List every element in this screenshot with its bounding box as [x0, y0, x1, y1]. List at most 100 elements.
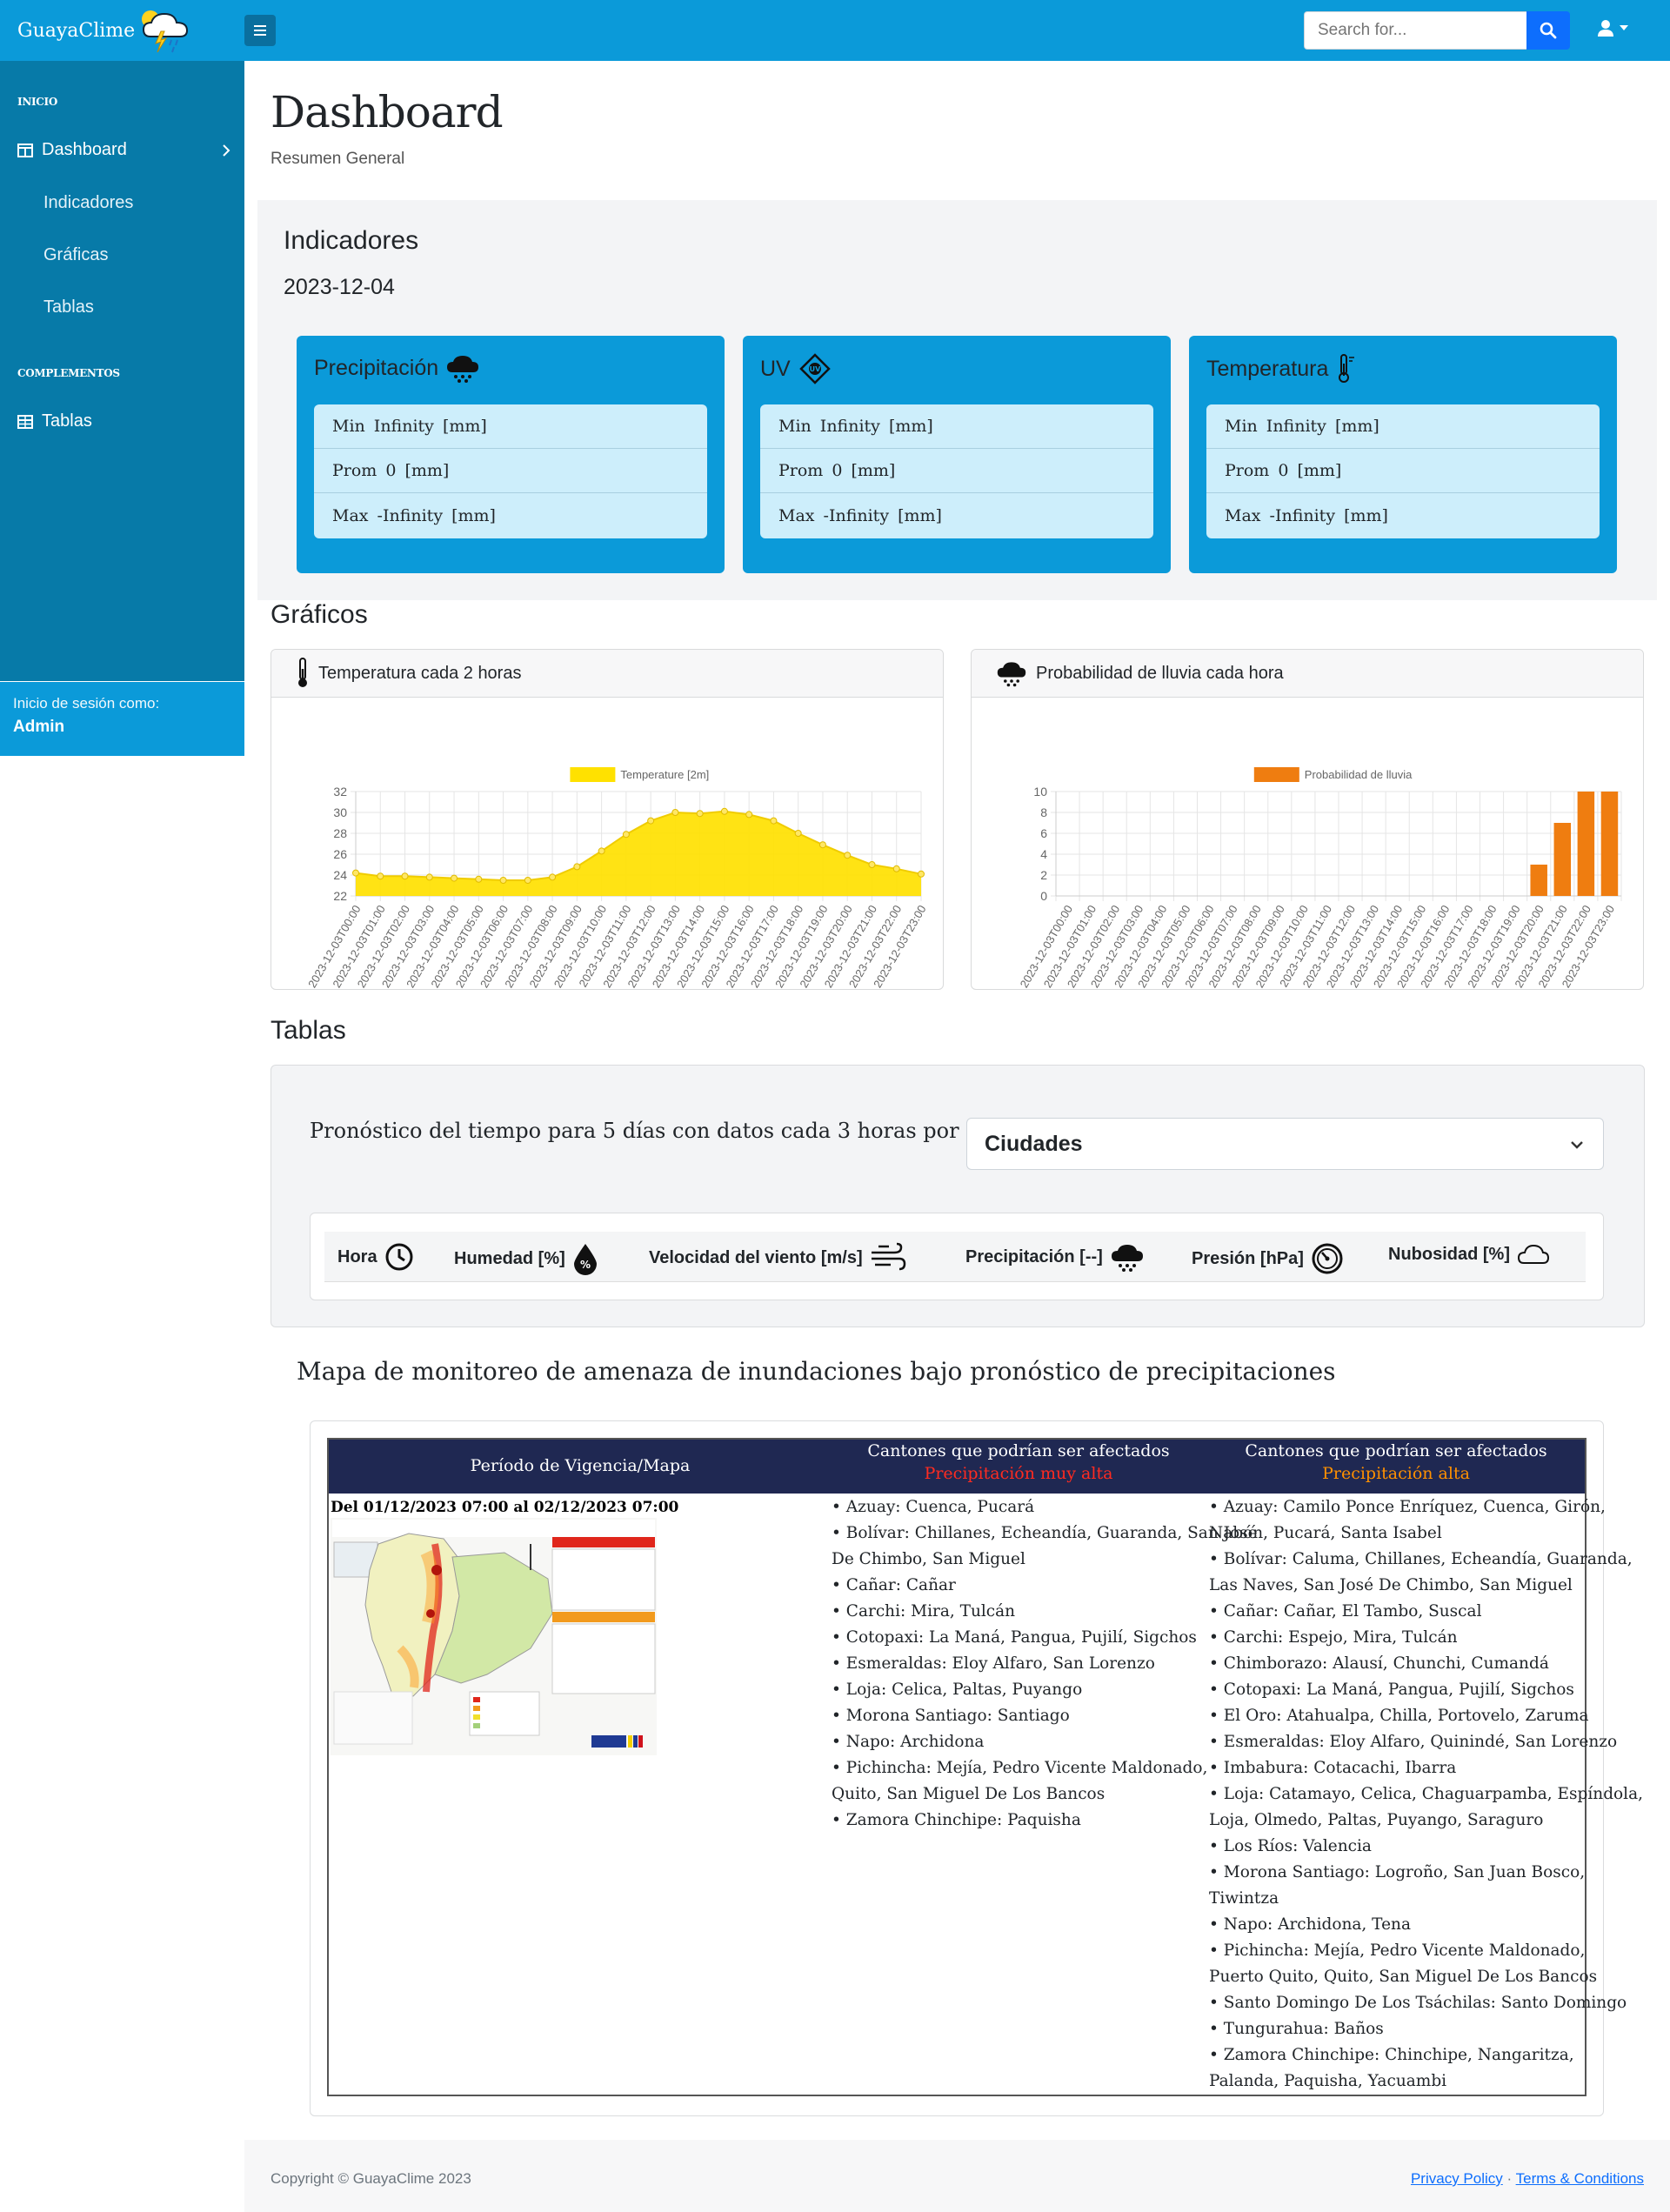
rain-cloud-icon: [1111, 1245, 1143, 1272]
y-tick-label: 4: [1040, 847, 1047, 861]
header-viento: Velocidad del viento [m/s]: [649, 1242, 906, 1273]
bar: [1530, 865, 1547, 896]
header-label: Precipitación [--]: [965, 1246, 1103, 1266]
data-point: [818, 841, 826, 849]
list-item: • Loja: Catamayo, Celica, Chaguarpamba, …: [1209, 1785, 1644, 1803]
humidity-drop-icon: %: [573, 1244, 597, 1275]
chevron-right-icon: [223, 144, 230, 157]
list-item: • Azuay: Camilo Ponce Enríquez, Cuenca, …: [1209, 1498, 1606, 1516]
login-username: Admin: [13, 718, 65, 736]
prom-row: Prom 0 [mm]: [314, 449, 707, 493]
bar: [1553, 823, 1572, 896]
header-label: Presión [hPa]: [1192, 1248, 1304, 1268]
clock-icon: [385, 1243, 413, 1271]
header-humedad: Humedad [%] %: [454, 1242, 598, 1275]
legend-swatch: [1253, 767, 1299, 782]
rain-cloud-icon: [447, 356, 479, 383]
terms-conditions-link[interactable]: Terms & Conditions: [1516, 2170, 1644, 2187]
header-label: Velocidad del viento [m/s]: [649, 1247, 863, 1267]
list-item: • Cotopaxi: La Maná, Pangua, Pujilí, Sig…: [1209, 1681, 1574, 1699]
legend-swatch: [570, 767, 616, 782]
data-point: [794, 830, 802, 837]
list-item: Palanda, Paquisha, Yacuambi: [1209, 2072, 1447, 2090]
header-label: Nubosidad [%]: [1388, 1244, 1510, 1264]
sidebar-item-tablas[interactable]: Tablas: [43, 297, 94, 317]
rain-probability-chart: Probabilidad de lluvia02468102023-12-03T…: [1018, 767, 1622, 990]
y-tick-label: 28: [333, 826, 347, 840]
list-item: Quito, San Miguel De Los Bancos: [832, 1785, 1106, 1803]
city-select[interactable]: Ciudades: [966, 1118, 1604, 1170]
data-point: [745, 811, 753, 819]
columns-icon: [17, 143, 33, 157]
thermometer-icon: [298, 658, 307, 687]
y-tick-label: 26: [333, 847, 347, 861]
list-item: • Azuay: Cuenca, Pucará: [832, 1498, 1035, 1516]
list-item: • Pichincha: Mejía, Pedro Vicente Maldon…: [832, 1759, 1208, 1777]
chart-header: Temperatura cada 2 horas: [271, 650, 943, 698]
header-nubosidad: Nubosidad [%]: [1388, 1242, 1550, 1266]
privacy-policy-link[interactable]: Privacy Policy: [1411, 2170, 1503, 2187]
data-point: [671, 809, 679, 816]
list-item: • Cañar: Cañar, El Tambo, Suscal: [1209, 1602, 1482, 1621]
list-item: • Esmeraldas: Eloy Alfaro, Quinindé, San…: [1209, 1733, 1618, 1751]
y-tick-label: 2: [1040, 868, 1047, 882]
min-row: Min Infinity [mm]: [314, 404, 707, 449]
list-item: Tiwintza: [1209, 1889, 1279, 1908]
sidebar-toggle-button[interactable]: [244, 15, 276, 46]
list-item: • Los Ríos: Valencia: [1209, 1837, 1372, 1855]
uv-list: Min Infinity [mm] Prom 0 [mm] Max -Infin…: [760, 404, 1153, 538]
list-item: • Napo: Archidona, Tena: [1209, 1915, 1411, 1934]
list-item: • Bolívar: Caluma, Chillanes, Echeandía,…: [1209, 1550, 1633, 1568]
y-tick-label: 10: [1033, 785, 1047, 799]
search-button[interactable]: [1526, 11, 1570, 50]
header-hora: Hora: [337, 1242, 414, 1272]
prom-row: Prom 0 [mm]: [760, 449, 1153, 493]
sidebar-item-graficas[interactable]: Gráficas: [43, 245, 108, 265]
forecast-description: Pronóstico del tiempo para 5 días con da…: [310, 1119, 1037, 1143]
header-presion: Presión [hPa]: [1192, 1242, 1344, 1275]
card-title: UV: [760, 356, 791, 381]
user-dropdown[interactable]: [1597, 19, 1628, 37]
list-item: De Chimbo, San Miguel: [832, 1550, 1025, 1568]
page-subtitle: Resumen General: [271, 150, 405, 168]
min-row: Min Infinity [mm]: [760, 404, 1153, 449]
data-point: [549, 873, 557, 881]
uv-sun-icon: UV: [798, 353, 831, 384]
search-input[interactable]: [1304, 11, 1526, 50]
col-muy-alta-header: Cantones que podrían ser afectados Preci…: [832, 1441, 1206, 1483]
temperatura-card: Temperatura Min Infinity [mm] Prom 0 [mm…: [1189, 336, 1617, 573]
sidebar-item-label: Dashboard: [42, 140, 127, 159]
list-item: • Morona Santiago: Santiago: [832, 1707, 1070, 1725]
list-item: • Cañar: Cañar: [832, 1576, 956, 1594]
list-item: • El Oro: Atahualpa, Chilla, Portovelo, …: [1209, 1707, 1589, 1725]
max-row: Max -Infinity [mm]: [778, 505, 942, 525]
data-point: [499, 877, 507, 884]
sidebar-item-dashboard[interactable]: Dashboard: [17, 140, 230, 160]
y-tick-label: 24: [333, 868, 347, 882]
y-tick-label: 22: [333, 889, 347, 903]
storm-cloud-logo-icon: [142, 10, 189, 53]
sidebar-item-label: Tablas: [42, 411, 92, 431]
data-point: [696, 810, 704, 818]
temperature-chart: Temperature [2m]2224262830322023-12-03T0…: [305, 767, 929, 990]
sidebar: INICIO Dashboard Indicadores Gráficas Ta…: [0, 61, 244, 756]
temperature-area: [356, 811, 921, 896]
brand[interactable]: GuayaClime: [0, 0, 244, 61]
gauge-icon: [1312, 1243, 1343, 1274]
list-item: Loja, Olmedo, Paltas, Puyango, Saraguro: [1209, 1811, 1544, 1829]
legend-label: Probabilidad de lluvia: [1305, 768, 1413, 781]
temperatura-list: Min Infinity [mm] Prom 0 [mm] Max -Infin…: [1206, 404, 1600, 538]
sidebar-item-indicadores[interactable]: Indicadores: [43, 193, 133, 213]
list-item: • Pichincha: Mejía, Pedro Vicente Maldon…: [1209, 1941, 1586, 1960]
copyright-text: Copyright © GuayaClime 2023: [271, 2170, 471, 2187]
data-point: [352, 869, 359, 877]
data-point: [892, 865, 900, 872]
precipitacion-list: Min Infinity [mm] Prom 0 [mm] Max -Infin…: [314, 404, 707, 538]
data-point: [844, 852, 852, 859]
chart-header: Probabilidad de lluvia cada hora: [972, 650, 1643, 698]
card-title: Precipitación: [314, 355, 439, 380]
rain-cloud-icon: [997, 662, 1026, 687]
header-label: Cantones que podrían ser afectados: [1245, 1441, 1547, 1460]
sidebar-item-complementos-tablas[interactable]: Tablas: [17, 411, 92, 431]
muy-alta-list: • Azuay: Cuenca, Pucará • Bolívar: Chilla…: [832, 1494, 1258, 1834]
